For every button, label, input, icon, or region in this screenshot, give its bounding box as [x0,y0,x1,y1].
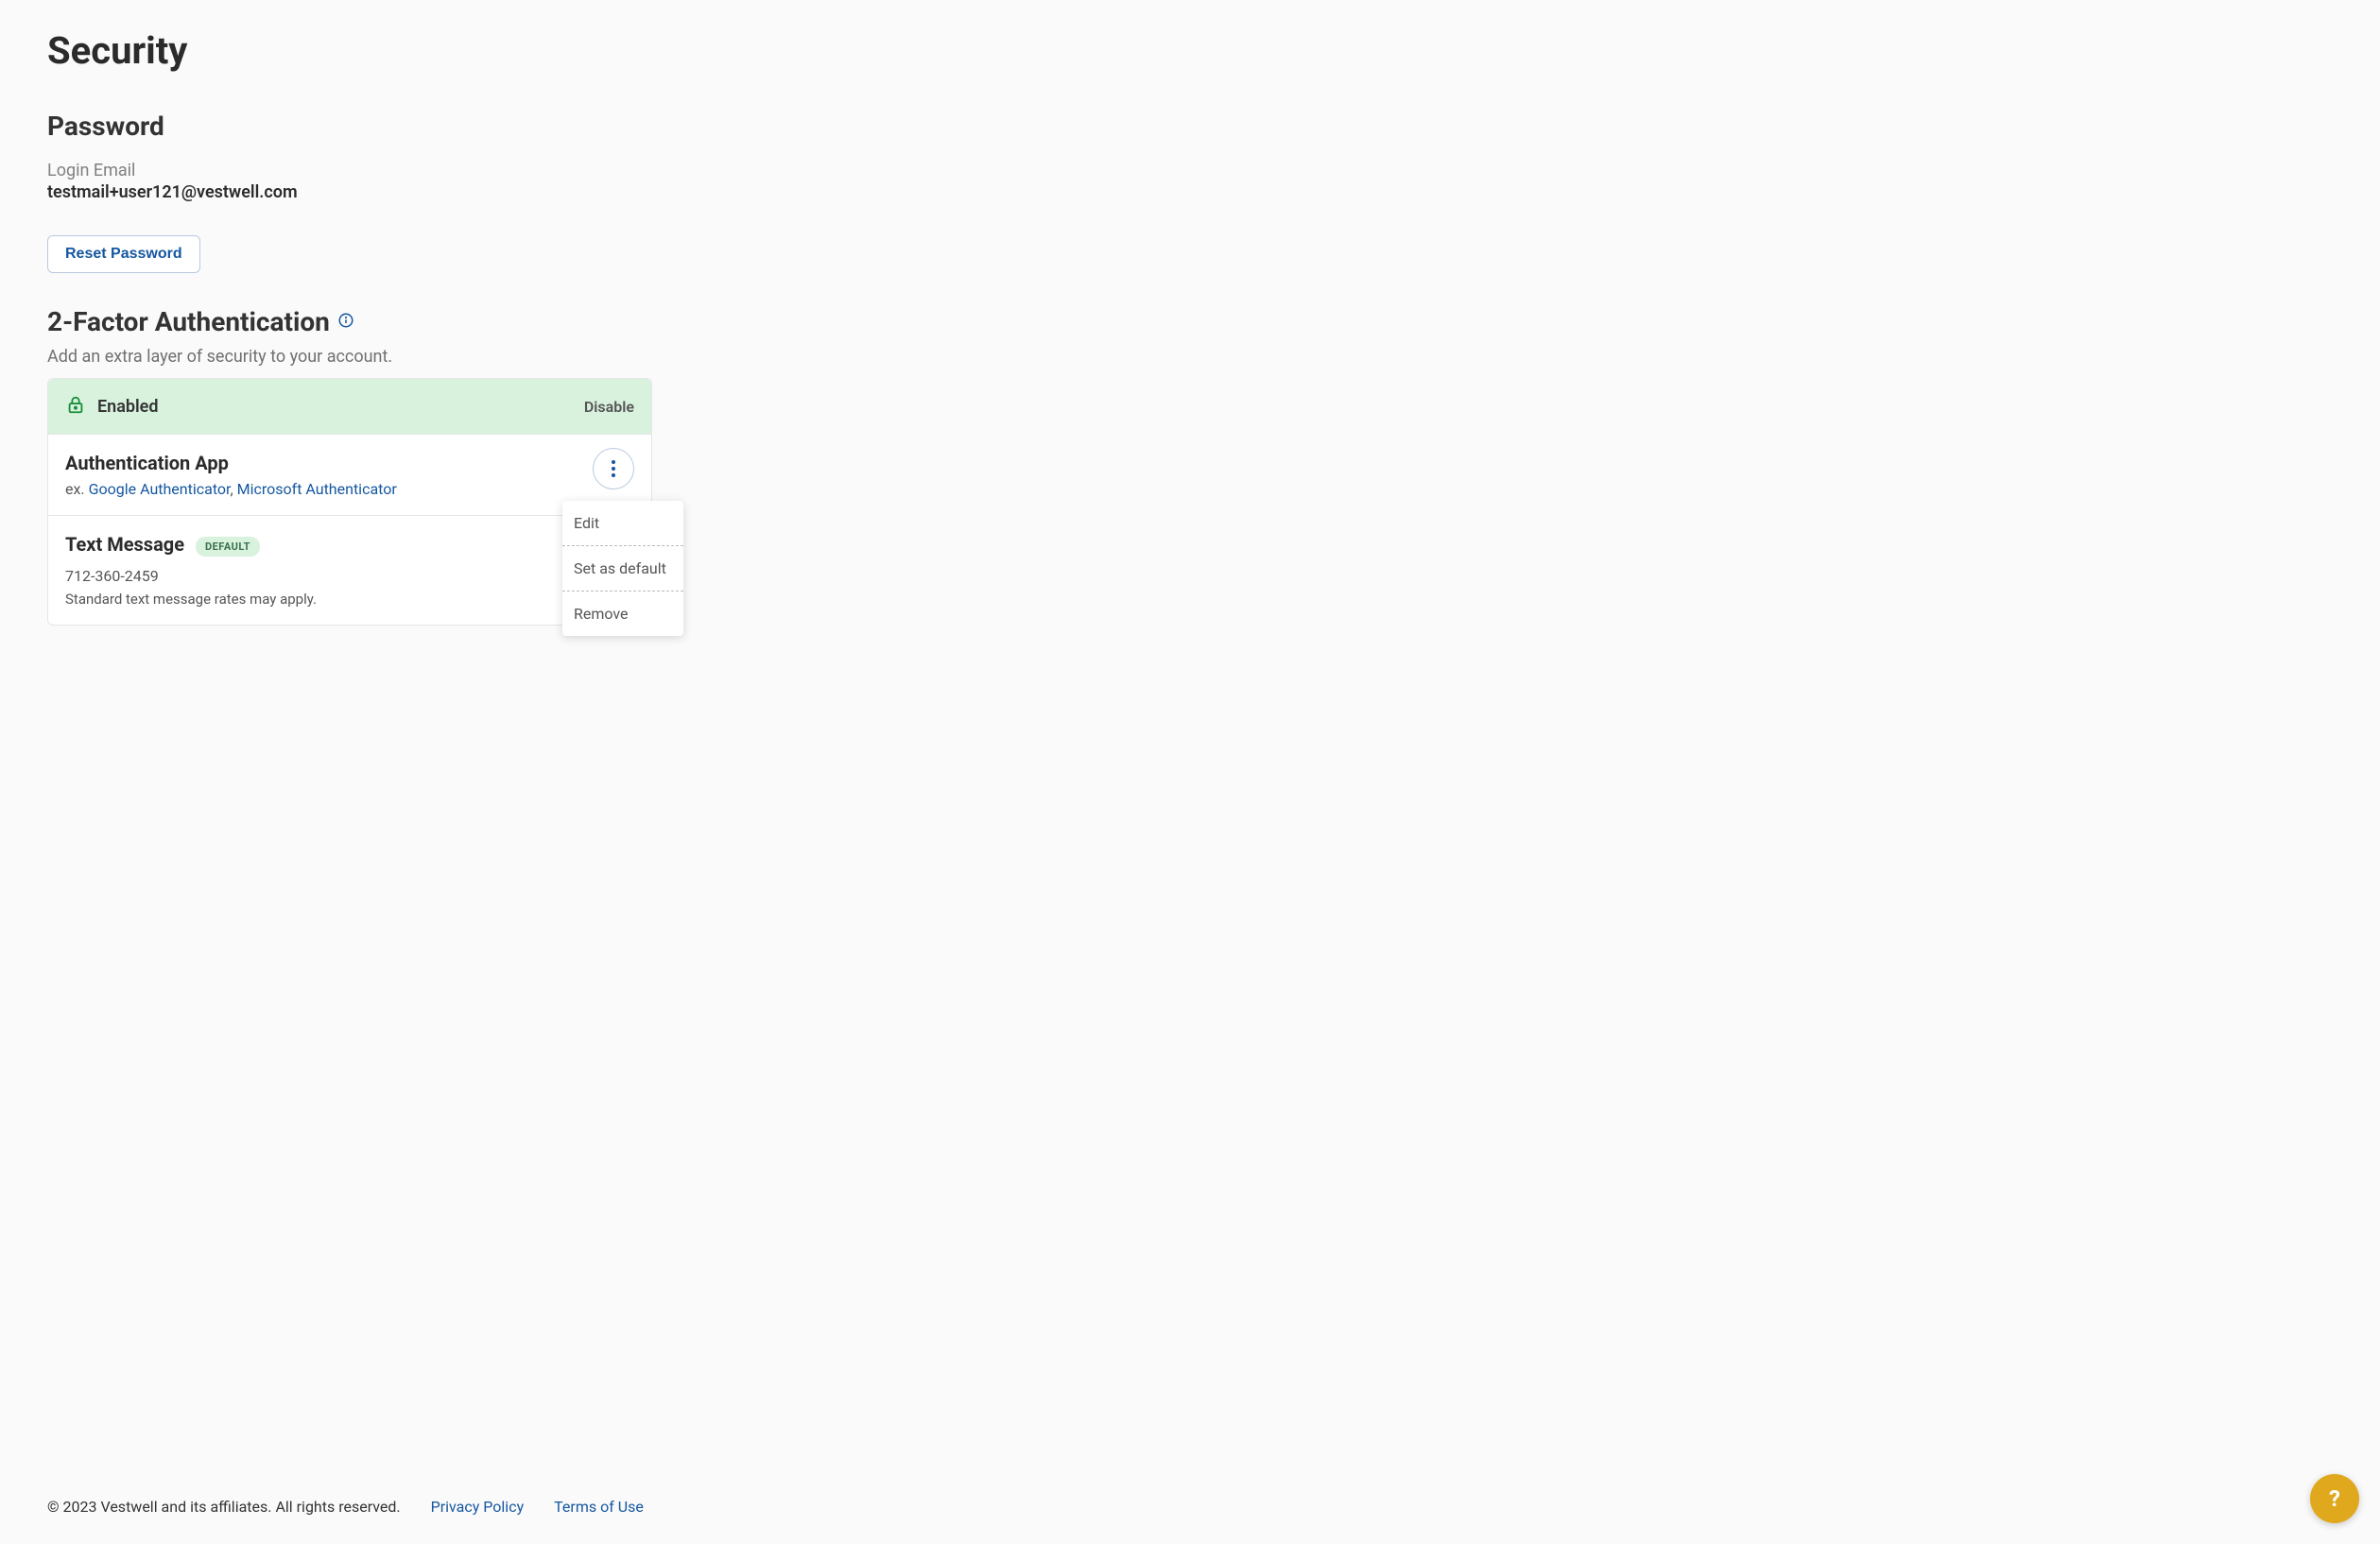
auth-app-title: Authentication App [65,452,229,474]
vertical-dots-icon [612,460,615,477]
twofa-enabled-label: Enabled [97,397,159,417]
lock-icon [65,394,86,419]
help-icon: ? [2329,1485,2340,1512]
terms-of-use-link[interactable]: Terms of Use [554,1498,644,1516]
password-section-title: Password [47,111,1238,142]
reset-password-button[interactable]: Reset Password [47,235,200,273]
auth-app-row: Authentication App ex. Google Authentica… [48,434,651,515]
auth-app-separator: , [231,480,237,498]
disable-button[interactable]: Disable [584,398,634,416]
page-title: Security [47,28,1238,73]
text-message-note: Standard text message rates may apply. [65,591,634,608]
main-content: Security Password Login Email testmail+u… [0,0,1285,739]
menu-item-remove[interactable]: Remove [562,592,683,636]
twofa-card-header: Enabled Disable [48,379,651,434]
auth-app-sub: ex. Google Authenticator, Microsoft Auth… [65,480,634,498]
twofa-subtitle: Add an extra layer of security to your a… [47,347,1238,367]
auth-app-more-button[interactable] [593,448,634,489]
microsoft-authenticator-link[interactable]: Microsoft Authenticator [237,480,397,498]
menu-item-set-default[interactable]: Set as default [562,546,683,592]
login-email-label: Login Email [47,161,1238,180]
text-message-title: Text Message [65,533,184,556]
twofa-card: Enabled Disable Authentication App ex. G… [47,378,652,626]
twofa-section-title: 2-Factor Authentication [47,306,330,337]
text-message-row: Text Message DEFAULT 712-360-2459 Standa… [48,515,651,625]
footer: © 2023 Vestwell and its affiliates. All … [0,1479,2380,1544]
help-button[interactable]: ? [2310,1474,2359,1523]
twofa-heading-row: 2-Factor Authentication [47,306,1238,337]
text-message-phone: 712-360-2459 [65,567,634,585]
auth-app-ex-prefix: ex. [65,480,89,498]
login-email-value: testmail+user121@vestwell.com [47,182,1238,202]
google-authenticator-link[interactable]: Google Authenticator [89,480,231,498]
privacy-policy-link[interactable]: Privacy Policy [431,1498,525,1516]
default-badge: DEFAULT [196,537,260,557]
twofa-status: Enabled [65,394,159,419]
auth-app-menu-popup: Edit Set as default Remove [562,501,683,636]
menu-item-edit[interactable]: Edit [562,501,683,546]
footer-copyright: © 2023 Vestwell and its affiliates. All … [47,1498,401,1516]
info-icon[interactable] [337,312,354,333]
text-message-title-row: Text Message DEFAULT [65,533,634,561]
